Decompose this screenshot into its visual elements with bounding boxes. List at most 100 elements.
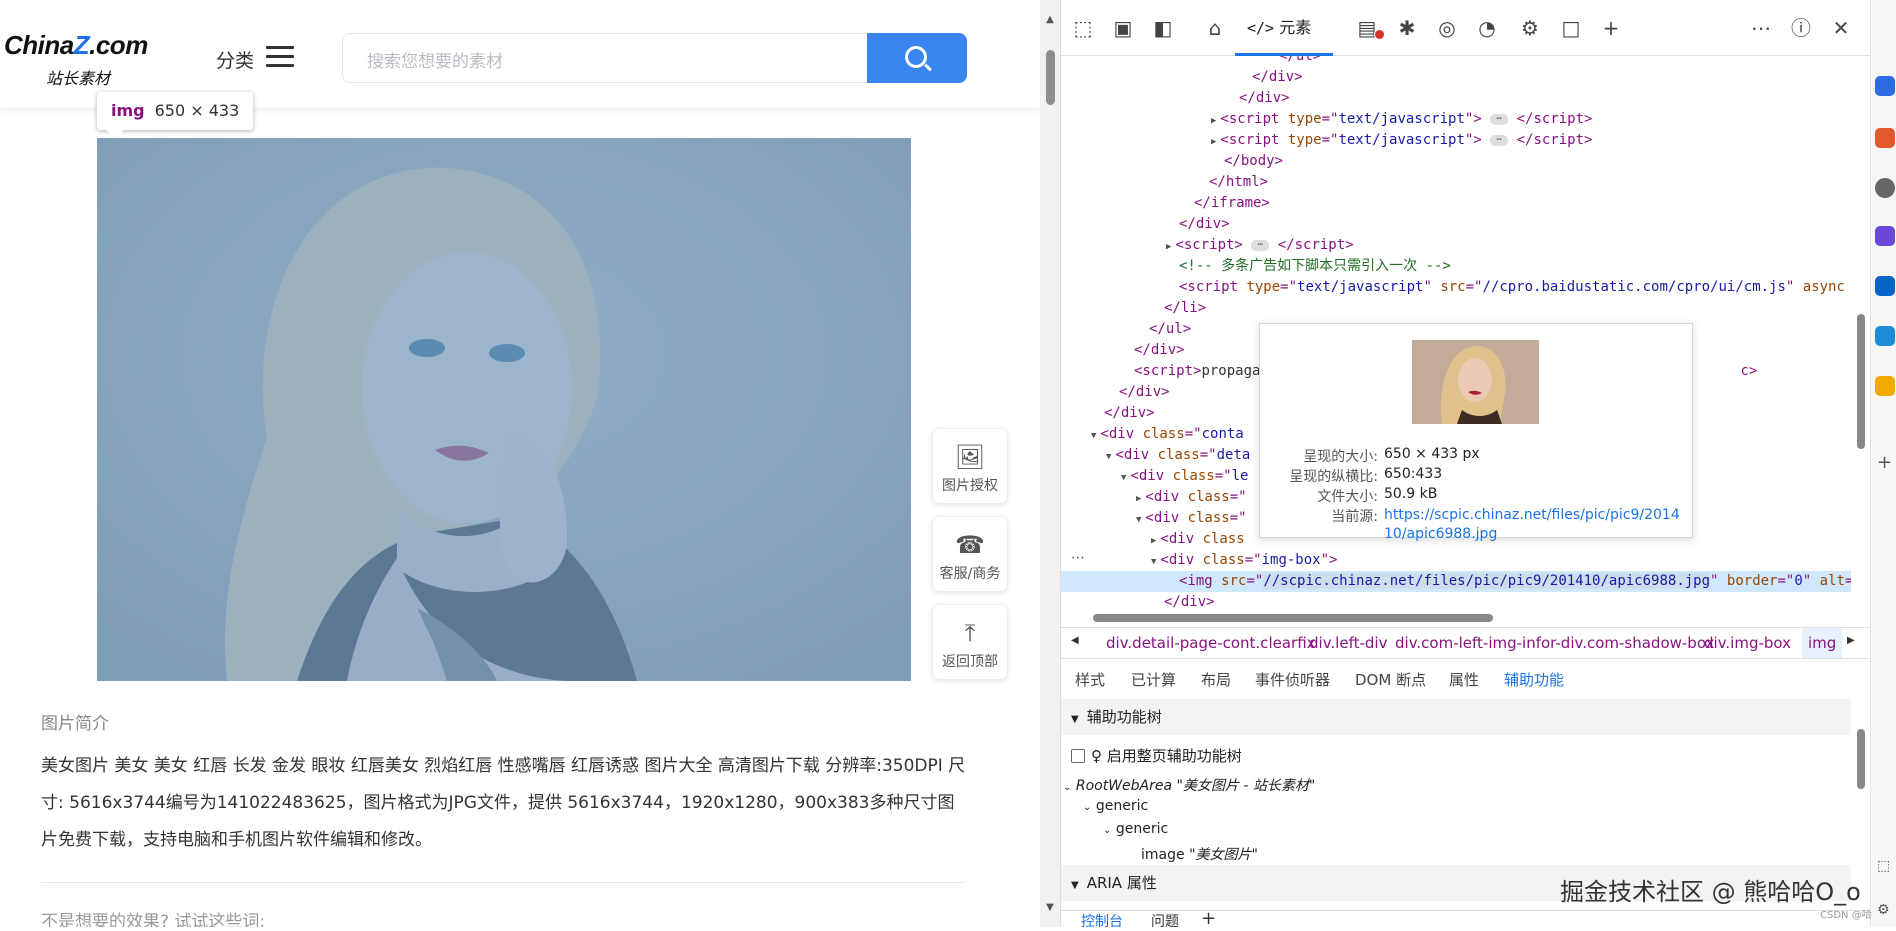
device-emulation-icon[interactable]: ▣ bbox=[1109, 14, 1137, 42]
sidebar-outlook-icon[interactable] bbox=[1875, 276, 1895, 296]
search-button[interactable] bbox=[867, 33, 967, 83]
dom-node[interactable]: </div> bbox=[1061, 340, 1185, 361]
subtab-dom-breakpoints[interactable]: DOM 断点 bbox=[1355, 669, 1426, 690]
a11y-node-generic[interactable]: ⌄ generic bbox=[1103, 821, 1168, 837]
expand-triangle-icon[interactable]: ▼ bbox=[1151, 557, 1156, 567]
dom-node[interactable]: </body> bbox=[1061, 151, 1283, 172]
sidebar-add-icon[interactable]: + bbox=[1877, 452, 1892, 473]
sidebar-video-icon[interactable] bbox=[1875, 376, 1895, 396]
sidebar-profile-icon[interactable] bbox=[1875, 178, 1895, 198]
description-body: 美女图片 美女 美女 红唇 长发 金发 眼妆 红唇美女 烈焰红唇 性感嘴唇 红唇… bbox=[41, 756, 966, 850]
sidebar-screenshot-icon[interactable]: ⬚ bbox=[1877, 858, 1890, 874]
dom-node[interactable]: ▶ <script type="text/javascript"> ⋯ </scr… bbox=[1061, 130, 1592, 151]
sidebar-app-icon[interactable] bbox=[1875, 76, 1895, 96]
dom-node[interactable]: </li> bbox=[1061, 298, 1206, 319]
dom-node[interactable]: ▼ <div class=" bbox=[1061, 508, 1247, 529]
popover-source-link[interactable]: https://scpic.chinaz.net/files/pic/pic9/… bbox=[1384, 506, 1684, 544]
a11y-tree-section-header[interactable]: ▼ 辅助功能树 bbox=[1061, 699, 1851, 735]
add-tool-icon[interactable]: + bbox=[1597, 14, 1625, 42]
node-actions-icon[interactable]: ⋯ bbox=[1071, 550, 1085, 566]
back-to-top-button[interactable]: ⤒ 返回顶部 bbox=[932, 604, 1008, 680]
inspect-element-icon[interactable]: ⬚ bbox=[1069, 14, 1097, 42]
drawer-tab-console[interactable]: 控制台 bbox=[1081, 911, 1123, 931]
dom-tree-hscrollbar[interactable] bbox=[1073, 608, 1843, 626]
dom-node[interactable]: </div> bbox=[1061, 67, 1303, 88]
dom-tree-scrollbar[interactable] bbox=[1851, 56, 1871, 606]
dom-node[interactable]: ▼ <div class="img-box"> bbox=[1061, 550, 1337, 571]
breadcrumb-item[interactable]: div.detail-page-cont.clearfix bbox=[1106, 634, 1316, 652]
dom-node[interactable]: <!-- 多条广告如下脚本只需引入一次 --> bbox=[1061, 256, 1451, 277]
dom-node[interactable]: </ul> bbox=[1061, 56, 1321, 67]
dom-node[interactable]: ▼ <div class="le bbox=[1061, 466, 1248, 487]
category-label[interactable]: 分类 bbox=[216, 46, 254, 73]
headset-icon: ☎ bbox=[955, 531, 985, 559]
page-scrollbar[interactable]: ▲ ▼ bbox=[1040, 0, 1060, 927]
more-options-icon[interactable]: ⋯ bbox=[1747, 14, 1775, 42]
expand-triangle-icon[interactable]: ▼ bbox=[1136, 515, 1141, 525]
dom-node[interactable]: </html> bbox=[1061, 172, 1268, 193]
network-wifi-icon[interactable]: ◎ bbox=[1433, 14, 1461, 42]
expand-triangle-icon[interactable]: ▶ bbox=[1166, 242, 1171, 252]
sidebar-copilot-icon[interactable] bbox=[1875, 226, 1895, 246]
dom-node[interactable]: </iframe> bbox=[1061, 193, 1270, 214]
subtab-event-listeners[interactable]: 事件侦听器 bbox=[1255, 669, 1330, 690]
dom-node[interactable]: </div> bbox=[1061, 403, 1155, 424]
dom-node[interactable]: ▶ <script type="text/javascript"> ⋯ </scr… bbox=[1061, 109, 1592, 130]
tab-elements[interactable]: </> 元素 bbox=[1234, 13, 1334, 56]
settings-gear-icon[interactable]: ⚙ bbox=[1516, 14, 1544, 42]
breadcrumb-left-icon[interactable]: ◀ bbox=[1071, 635, 1079, 646]
expand-triangle-icon[interactable]: ▶ bbox=[1211, 116, 1216, 126]
welcome-home-icon[interactable]: ⌂ bbox=[1201, 14, 1229, 42]
help-icon[interactable]: ⓘ bbox=[1787, 14, 1815, 42]
dom-node[interactable]: </ul> bbox=[1061, 319, 1191, 340]
a11y-node-root[interactable]: ⌄ RootWebArea "美女图片 - 站长素材" bbox=[1063, 775, 1315, 795]
drawer-tab-issues[interactable]: 问题 bbox=[1151, 911, 1179, 931]
subtab-properties[interactable]: 属性 bbox=[1449, 669, 1479, 690]
sidebar-settings-icon[interactable]: ⚙ bbox=[1877, 902, 1890, 918]
search-input[interactable]: 搜索您想要的素材 bbox=[342, 33, 868, 83]
image-license-button[interactable]: 🖼 图片授权 bbox=[932, 428, 1008, 504]
dom-node[interactable]: ▶ <div class=" bbox=[1061, 487, 1247, 508]
performance-icon[interactable]: ◔ bbox=[1473, 14, 1501, 42]
close-devtools-icon[interactable]: ✕ bbox=[1827, 14, 1855, 42]
a11y-node-generic[interactable]: ⌄ generic bbox=[1083, 798, 1148, 814]
dom-node[interactable]: ▼ <div class="conta bbox=[1061, 424, 1244, 445]
breadcrumb-item-active[interactable]: img bbox=[1802, 628, 1843, 658]
subtab-styles[interactable]: 样式 bbox=[1075, 669, 1105, 690]
dom-node-selected[interactable]: <img src="//scpic.chinaz.net/files/pic/p… bbox=[1061, 571, 1851, 592]
dom-node[interactable]: ▶ <div class bbox=[1061, 529, 1245, 550]
subtab-layout[interactable]: 布局 bbox=[1201, 669, 1231, 690]
expand-triangle-icon[interactable]: ▶ bbox=[1211, 137, 1216, 147]
expand-triangle-icon[interactable]: ▼ bbox=[1121, 473, 1126, 483]
expand-triangle-icon[interactable]: ▶ bbox=[1136, 494, 1141, 504]
dom-node[interactable]: </div> bbox=[1061, 592, 1215, 608]
sidebar-send-icon[interactable] bbox=[1875, 326, 1895, 346]
debugger-bug-icon[interactable]: ✱ bbox=[1393, 14, 1421, 42]
dom-node[interactable]: ▶ <script> ⋯ </script> bbox=[1061, 235, 1354, 256]
breadcrumb-item[interactable]: div.left-div bbox=[1309, 634, 1387, 652]
dom-node[interactable]: <script type="text/javascript" src="//cp… bbox=[1061, 277, 1845, 298]
subtab-accessibility[interactable]: 辅助功能 bbox=[1504, 669, 1564, 690]
dom-node[interactable]: ▼ <div class="deta bbox=[1061, 445, 1250, 466]
add-drawer-tab-icon[interactable]: + bbox=[1201, 908, 1216, 929]
menu-icon[interactable] bbox=[266, 46, 294, 68]
a11y-node-image[interactable]: image "美女图片" bbox=[1141, 844, 1258, 864]
enable-full-page-a11y-checkbox[interactable]: ♀ 启用整页辅助功能树 bbox=[1071, 745, 1242, 766]
subtab-computed[interactable]: 已计算 bbox=[1131, 669, 1176, 690]
logo-text-z: Z bbox=[73, 30, 90, 60]
dock-side-icon[interactable]: ◧ bbox=[1149, 14, 1177, 42]
breadcrumb-item[interactable]: div.com-left-img-infor-div.com-shadow-bo… bbox=[1395, 634, 1714, 652]
breadcrumb-right-icon[interactable]: ▶ bbox=[1847, 635, 1855, 646]
sidebar-shopping-icon[interactable] bbox=[1875, 128, 1895, 148]
application-panel-icon[interactable]: □ bbox=[1557, 14, 1585, 42]
site-logo[interactable]: ChinaZ.com bbox=[4, 30, 148, 61]
customer-service-button[interactable]: ☎ 客服/商务 bbox=[932, 516, 1008, 592]
code-icon: </> bbox=[1247, 19, 1275, 37]
dom-node[interactable]: </div> bbox=[1061, 88, 1290, 109]
dom-node[interactable]: </div> bbox=[1061, 382, 1170, 403]
expand-triangle-icon[interactable]: ▶ bbox=[1151, 536, 1156, 546]
expand-triangle-icon[interactable]: ▼ bbox=[1091, 431, 1096, 441]
breadcrumb-item[interactable]: div.img-box bbox=[1704, 634, 1791, 652]
expand-triangle-icon[interactable]: ▼ bbox=[1106, 452, 1111, 462]
dom-node[interactable]: </div> bbox=[1061, 214, 1230, 235]
